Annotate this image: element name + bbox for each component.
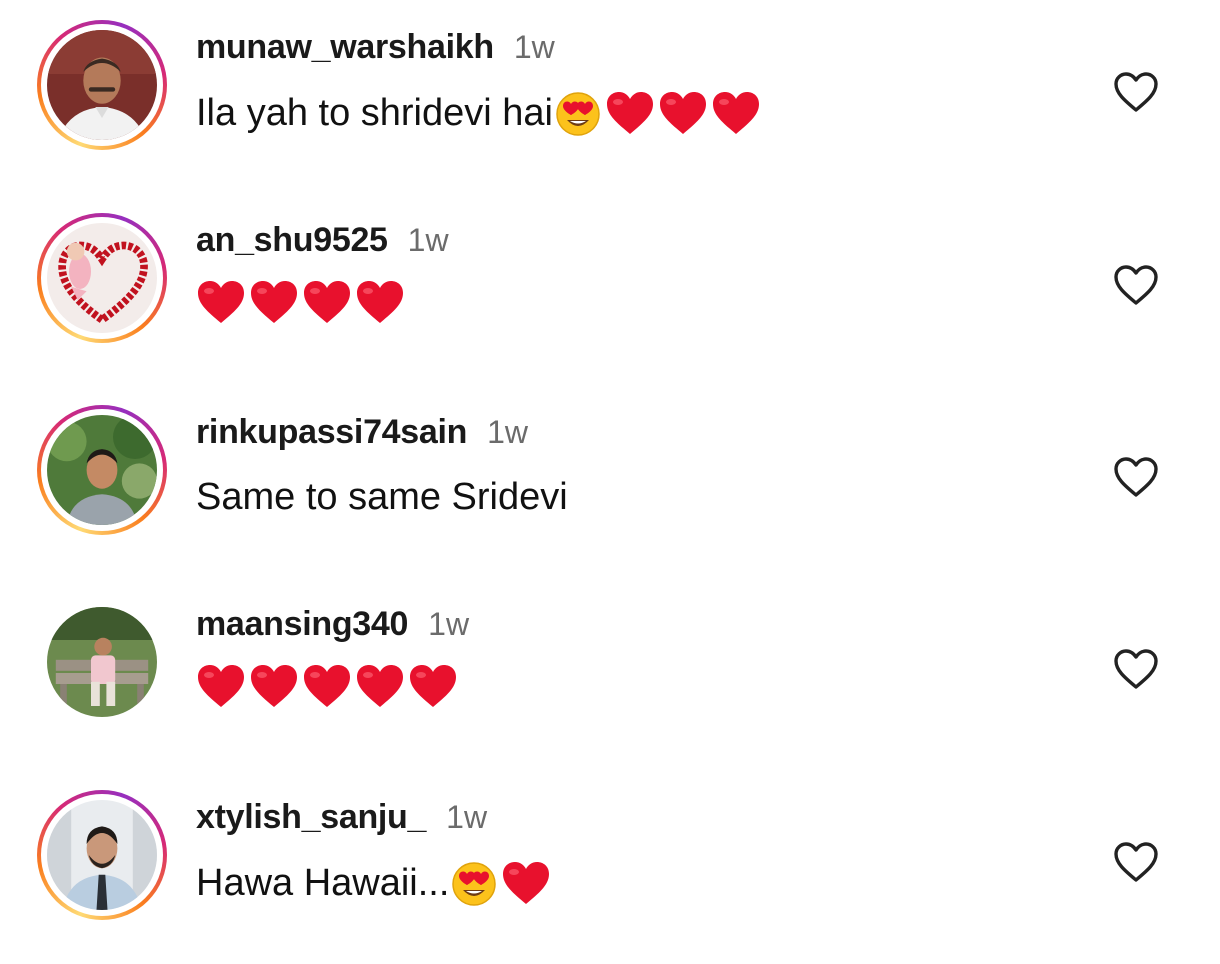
red-heart-emoji — [304, 665, 350, 707]
comment-item: rinkupassi74sain 1w Same to same Sridevi — [0, 385, 1220, 555]
comment-item: an_shu9525 1w — [0, 193, 1220, 363]
comment-body: Same to same Sridevi — [196, 476, 568, 518]
red-heart-emoji — [410, 665, 456, 707]
avatar-story-ring[interactable] — [37, 790, 167, 920]
comment-item: munaw_warshaikh 1w Ila yah to shridevi h… — [0, 0, 1220, 170]
comment-item: maansing340 1w — [0, 577, 1220, 747]
heart-eyes-emoji — [452, 862, 497, 906]
comment-time: 1w — [513, 29, 555, 65]
avatar — [47, 223, 157, 333]
avatar — [47, 415, 157, 525]
heart-outline-icon[interactable] — [1112, 840, 1160, 884]
avatar — [47, 800, 157, 910]
avatar-container[interactable] — [37, 597, 167, 727]
avatar-story-ring[interactable] — [37, 20, 167, 150]
comment-body: Hawa Hawaii... — [196, 862, 450, 904]
heart-outline-icon[interactable] — [1112, 70, 1160, 114]
avatar — [47, 607, 157, 717]
red-heart-emoji — [198, 665, 244, 707]
comment-time: 1w — [407, 222, 449, 258]
comment-text — [196, 663, 461, 709]
red-heart-emoji — [198, 281, 244, 323]
comment-header: xtylish_sanju_ 1w — [196, 798, 487, 837]
red-heart-emoji — [503, 862, 550, 904]
heart-outline-icon[interactable] — [1112, 263, 1160, 307]
red-heart-emoji — [659, 92, 706, 134]
comment-text: Hawa Hawaii... — [196, 858, 554, 908]
comment-header: rinkupassi74sain 1w — [196, 413, 528, 452]
red-heart-emoji — [712, 92, 759, 134]
comment-time: 1w — [428, 606, 470, 642]
red-heart-emoji — [357, 281, 403, 323]
avatar — [47, 30, 157, 140]
heart-eyes-emoji — [556, 92, 600, 136]
comment-time: 1w — [487, 414, 529, 450]
red-heart-emoji — [606, 92, 653, 134]
comment-list: munaw_warshaikh 1w Ila yah to shridevi h… — [0, 0, 1220, 964]
comment-time: 1w — [446, 799, 488, 835]
comment-username[interactable]: maansing340 — [196, 605, 408, 644]
comment-username[interactable]: xtylish_sanju_ — [196, 798, 426, 837]
red-heart-emoji — [251, 665, 297, 707]
comment-text: Same to same Sridevi — [196, 473, 568, 521]
avatar-story-ring[interactable] — [37, 405, 167, 535]
red-heart-emoji — [357, 665, 403, 707]
heart-outline-icon[interactable] — [1112, 455, 1160, 499]
comment-item: xtylish_sanju_ 1w Hawa Hawaii... — [0, 770, 1220, 940]
comment-header: maansing340 1w — [196, 605, 469, 644]
comment-text: Ila yah to shridevi hai — [196, 88, 764, 138]
comment-username[interactable]: an_shu9525 — [196, 221, 388, 260]
avatar-story-ring[interactable] — [37, 213, 167, 343]
red-heart-emoji — [304, 281, 350, 323]
heart-outline-icon[interactable] — [1112, 647, 1160, 691]
comment-body: Ila yah to shridevi hai — [196, 92, 553, 134]
comment-username[interactable]: rinkupassi74sain — [196, 413, 467, 452]
red-heart-emoji — [251, 281, 297, 323]
comment-header: munaw_warshaikh 1w — [196, 28, 555, 67]
comment-text — [196, 279, 408, 325]
comment-username[interactable]: munaw_warshaikh — [196, 28, 494, 67]
comment-header: an_shu9525 1w — [196, 221, 449, 260]
